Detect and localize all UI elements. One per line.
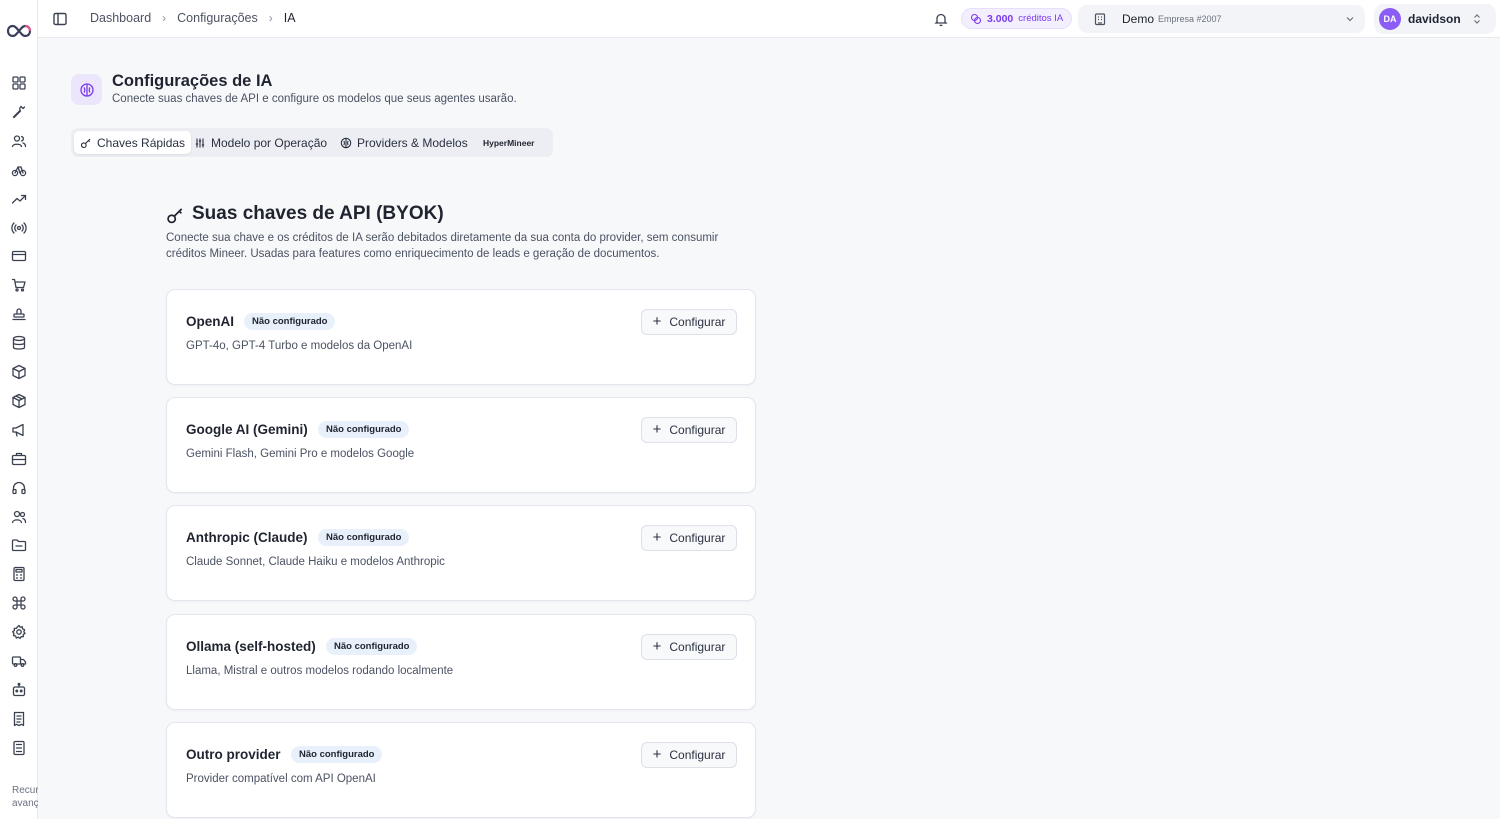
plus-icon: + [652,421,662,438]
configure-button[interactable]: + Configurar [641,742,737,768]
coins-icon [970,13,982,24]
sliders-icon [195,138,205,147]
chevron-down-icon [1346,17,1354,22]
status-badge: Não configurado [318,421,410,438]
breadcrumb-ia: IA [283,11,296,25]
plus-icon: + [652,638,662,655]
infinity-logo-icon[interactable] [6,22,32,40]
bot-icon[interactable] [11,682,27,698]
provider-description: Claude Sonnet, Claude Haiku e modelos An… [186,556,445,568]
status-badge: Não configurado [291,746,383,763]
radio-icon[interactable] [11,220,27,236]
bike-icon[interactable] [11,162,27,178]
box-icon[interactable] [11,393,27,409]
provider-name: Anthropic (Claude) [186,530,308,545]
panel-toggle-icon[interactable] [52,11,68,27]
configure-button[interactable]: + Configurar [641,417,737,443]
key-icon [167,208,183,224]
page-title: Configurações de IA [112,72,273,90]
credits-label: créditos IA [1018,13,1064,24]
configure-label: Configurar [669,423,726,437]
bell-icon[interactable] [933,11,949,27]
sidebar-footer-text: Recur avanç [12,785,38,809]
configure-label: Configurar [669,315,726,329]
truck-icon[interactable] [11,653,27,669]
chevron-right-icon: › [162,11,167,25]
users-icon[interactable] [11,133,27,149]
configure-label: Configurar [669,748,726,762]
user-menu[interactable]: DA davidson [1374,4,1496,34]
chevrons-up-down-icon [1474,14,1480,24]
cart-icon[interactable] [11,277,27,293]
provider-description: GPT-4o, GPT-4 Turbo e modelos da OpenAI [186,340,413,352]
chevron-right-icon: › [268,11,273,25]
stamp-icon[interactable] [11,306,27,322]
provider-card: Anthropic (Claude) Não configurado Claude … [166,505,756,601]
avatar: DA [1379,8,1401,30]
status-badge: Não configurado [318,529,410,546]
company-selector[interactable]: Demo Empresa #2007 [1078,5,1365,33]
top-header: Dashboard › Configurações › IA 3.000 cré… [38,0,1500,38]
card-icon[interactable] [11,248,27,264]
provider-card: Google AI (Gemini) Não configurado Gemini … [166,397,756,493]
plus-icon: + [652,529,662,546]
briefcase-icon[interactable] [11,451,27,467]
megaphone-icon[interactable] [11,422,27,438]
credits-badge[interactable]: 3.000 créditos IA [961,8,1073,29]
calculator-icon[interactable] [11,566,27,582]
provider-name: Google AI (Gemini) [186,422,308,437]
trending-icon[interactable] [11,191,27,207]
plus-icon: + [652,313,662,330]
status-badge: Não configurado [244,313,336,330]
provider-description: Provider compatível com API OpenAI [186,773,376,785]
provider-name: OpenAI [186,314,235,329]
company-sub: Empresa #2007 [1158,14,1222,24]
section-description: Conecte sua chave e os créditos de IA se… [166,232,719,260]
configure-button[interactable]: + Configurar [641,309,737,335]
provider-description: Llama, Mistral e outros modelos rodando … [186,665,454,677]
page-subtitle: Conecte suas chaves de API e configure o… [112,93,517,105]
tabs-bar: Chaves Rápidas Modelo por Operação Provi… [71,128,553,157]
wrench-icon[interactable] [11,104,27,120]
user-group-icon[interactable] [11,509,27,525]
configure-button[interactable]: + Configurar [641,634,737,660]
calc-icon[interactable] [11,740,27,756]
brain-icon [340,137,352,148]
dashboard-icon[interactable] [11,75,27,91]
provider-card: Ollama (self-hosted) Não configurado Llama… [166,614,756,710]
plus-icon: + [652,746,662,763]
sidebar: Recur avanç [0,0,38,819]
gear-icon[interactable] [11,624,27,640]
breadcrumb-dashboard[interactable]: Dashboard [90,11,151,25]
status-badge: Não configurado [326,638,418,655]
provider-card: OpenAI Não configurado GPT-4o, GPT-4 Turbo… [166,289,756,385]
key-icon [80,138,91,148]
hypermineer-badge: HyperMineer [483,137,535,148]
configure-label: Configurar [669,640,726,654]
company-name: Demo [1122,12,1155,26]
receipt-icon[interactable] [11,711,27,727]
tab-providers-modelos[interactable]: Providers & Modelos [334,131,474,154]
configure-label: Configurar [669,531,726,545]
command-icon[interactable] [11,595,27,611]
provider-card: Outro provider Não configurado Provider co… [166,722,756,818]
user-name: davidson [1408,12,1461,26]
configure-button[interactable]: + Configurar [641,525,737,551]
tab-chaves-rapidas[interactable]: Chaves Rápidas [74,131,192,154]
folder-icon[interactable] [11,537,27,553]
headphones-icon[interactable] [11,480,27,496]
breadcrumb-configuracoes[interactable]: Configurações [177,11,258,25]
provider-name: Outro provider [186,747,281,762]
database-icon[interactable] [11,335,27,351]
brain-icon [71,74,102,105]
package-icon[interactable] [11,364,27,380]
provider-description: Gemini Flash, Gemini Pro e modelos Googl… [186,448,415,460]
building-icon [1094,13,1106,26]
section-title: Suas chaves de API (BYOK) [192,203,444,224]
provider-name: Ollama (self-hosted) [186,639,316,654]
breadcrumb: Dashboard › Configurações › IA [90,11,296,25]
credits-value: 3.000 [987,12,1014,25]
tab-modelo-por-operacao[interactable]: Modelo por Operação [188,131,333,154]
